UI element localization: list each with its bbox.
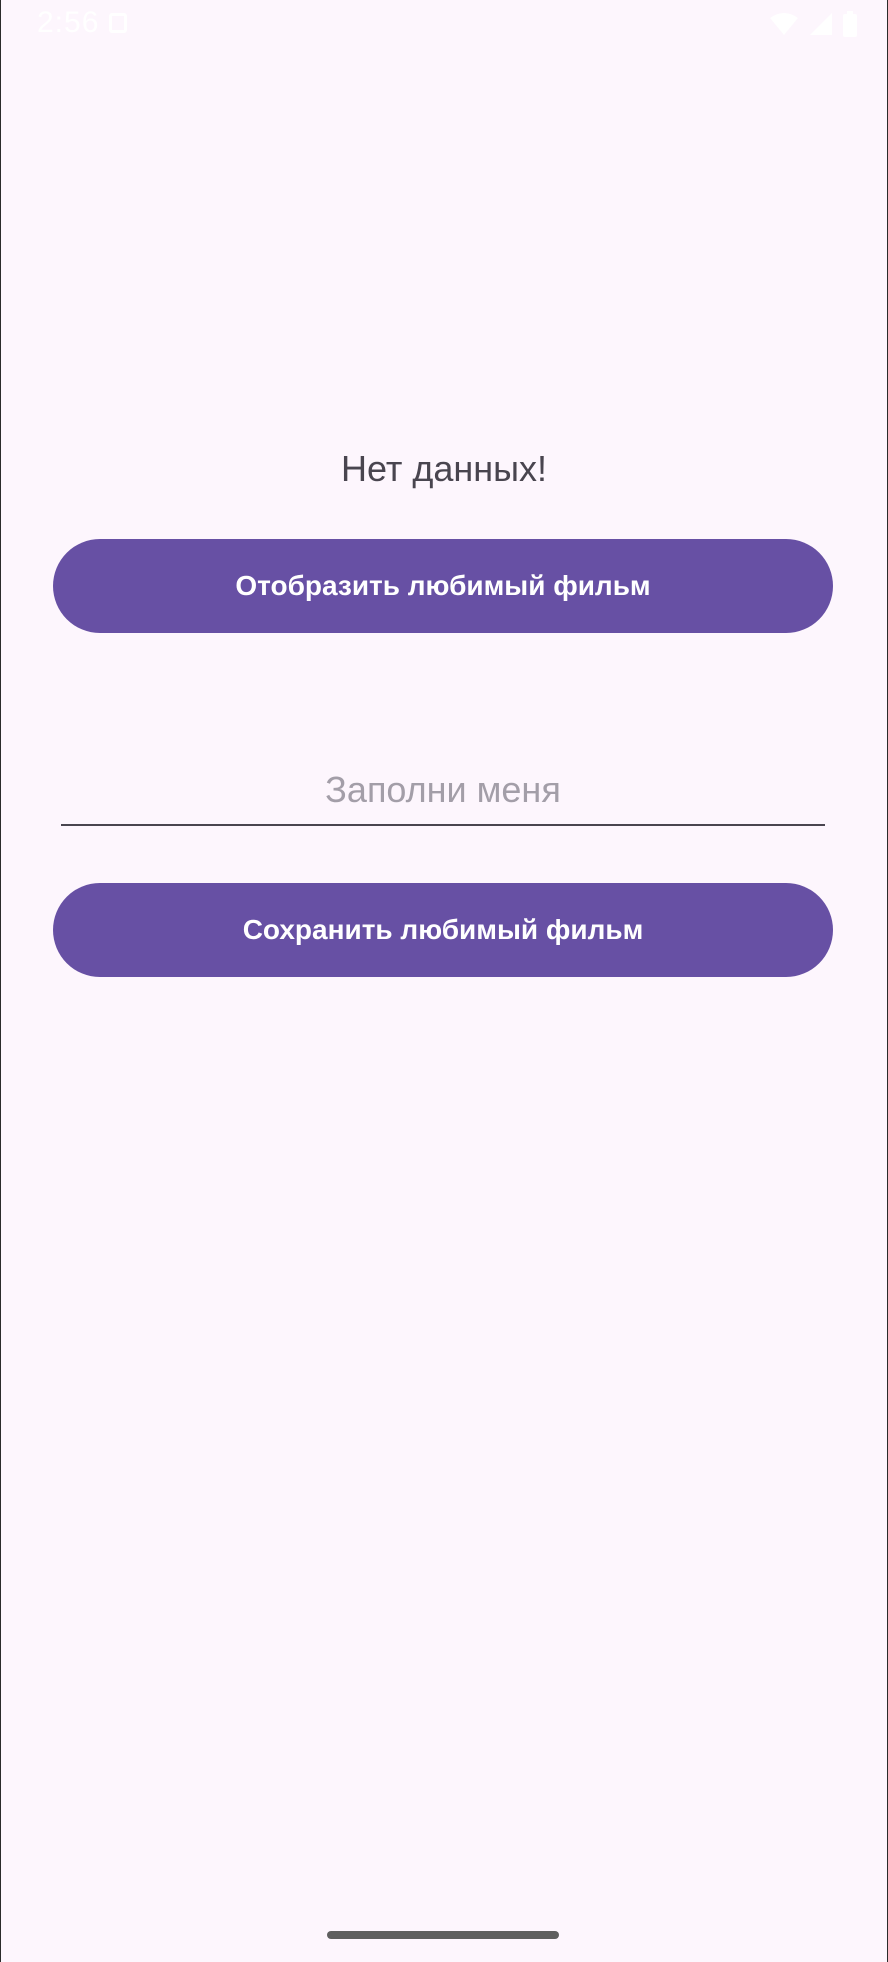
save-favorite-movie-button[interactable]: Сохранить любимый фильм bbox=[53, 883, 833, 977]
movie-input[interactable] bbox=[61, 760, 825, 820]
notification-icon bbox=[109, 13, 127, 33]
status-icons bbox=[769, 8, 857, 40]
status-time: 2:56 bbox=[37, 6, 100, 39]
battery-icon bbox=[843, 11, 857, 37]
no-data-message: Нет данных! bbox=[341, 448, 547, 489]
wifi-icon bbox=[770, 13, 798, 35]
app-screen: 2:56 Нет данных! Отобразить любимый филь… bbox=[1, 0, 887, 1962]
show-favorite-movie-button[interactable]: Отобразить любимый фильм bbox=[53, 539, 833, 633]
status-bar: 2:56 bbox=[1, 0, 887, 48]
movie-input-field bbox=[61, 760, 825, 826]
home-indicator[interactable] bbox=[327, 1931, 559, 1939]
cellular-signal-icon bbox=[810, 13, 832, 35]
